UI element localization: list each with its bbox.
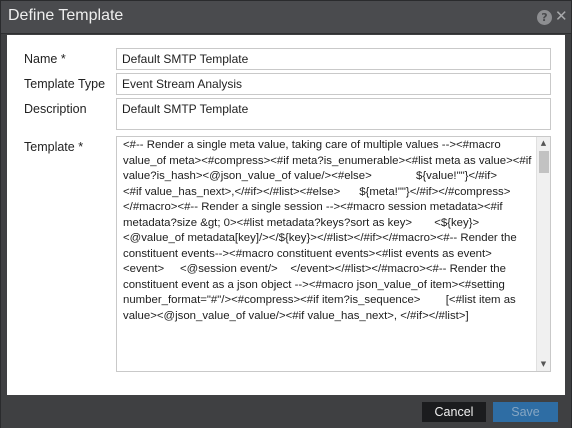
scroll-thumb[interactable]: [539, 151, 549, 173]
dialog-footer: Cancel Save: [1, 396, 571, 428]
template-label: Template *: [24, 140, 84, 154]
name-input[interactable]: Default SMTP Template: [116, 48, 551, 70]
dialog-body: Name * Default SMTP Template Template Ty…: [7, 35, 565, 395]
help-icon[interactable]: ?: [537, 10, 552, 25]
template-text: <#-- Render a single meta value, taking …: [123, 139, 535, 322]
description-input[interactable]: Default SMTP Template: [116, 98, 551, 130]
scroll-down-icon[interactable]: ▼: [539, 360, 548, 369]
description-label: Description: [24, 102, 87, 116]
define-template-dialog: Define Template ? ✕ Name * Default SMTP …: [0, 0, 572, 428]
dialog-title: Define Template: [8, 7, 124, 24]
cancel-button[interactable]: Cancel: [422, 402, 486, 422]
template-type-label: Template Type: [24, 77, 106, 91]
name-label: Name *: [24, 52, 66, 66]
template-type-input[interactable]: Event Stream Analysis: [116, 73, 551, 95]
template-textarea[interactable]: <#-- Render a single meta value, taking …: [116, 136, 551, 372]
save-button[interactable]: Save: [493, 402, 558, 422]
template-scrollbar[interactable]: ▲ ▼: [536, 137, 550, 371]
dialog-titlebar: Define Template ? ✕: [1, 1, 571, 34]
scroll-up-icon[interactable]: ▲: [539, 139, 548, 148]
close-icon[interactable]: ✕: [555, 7, 568, 25]
